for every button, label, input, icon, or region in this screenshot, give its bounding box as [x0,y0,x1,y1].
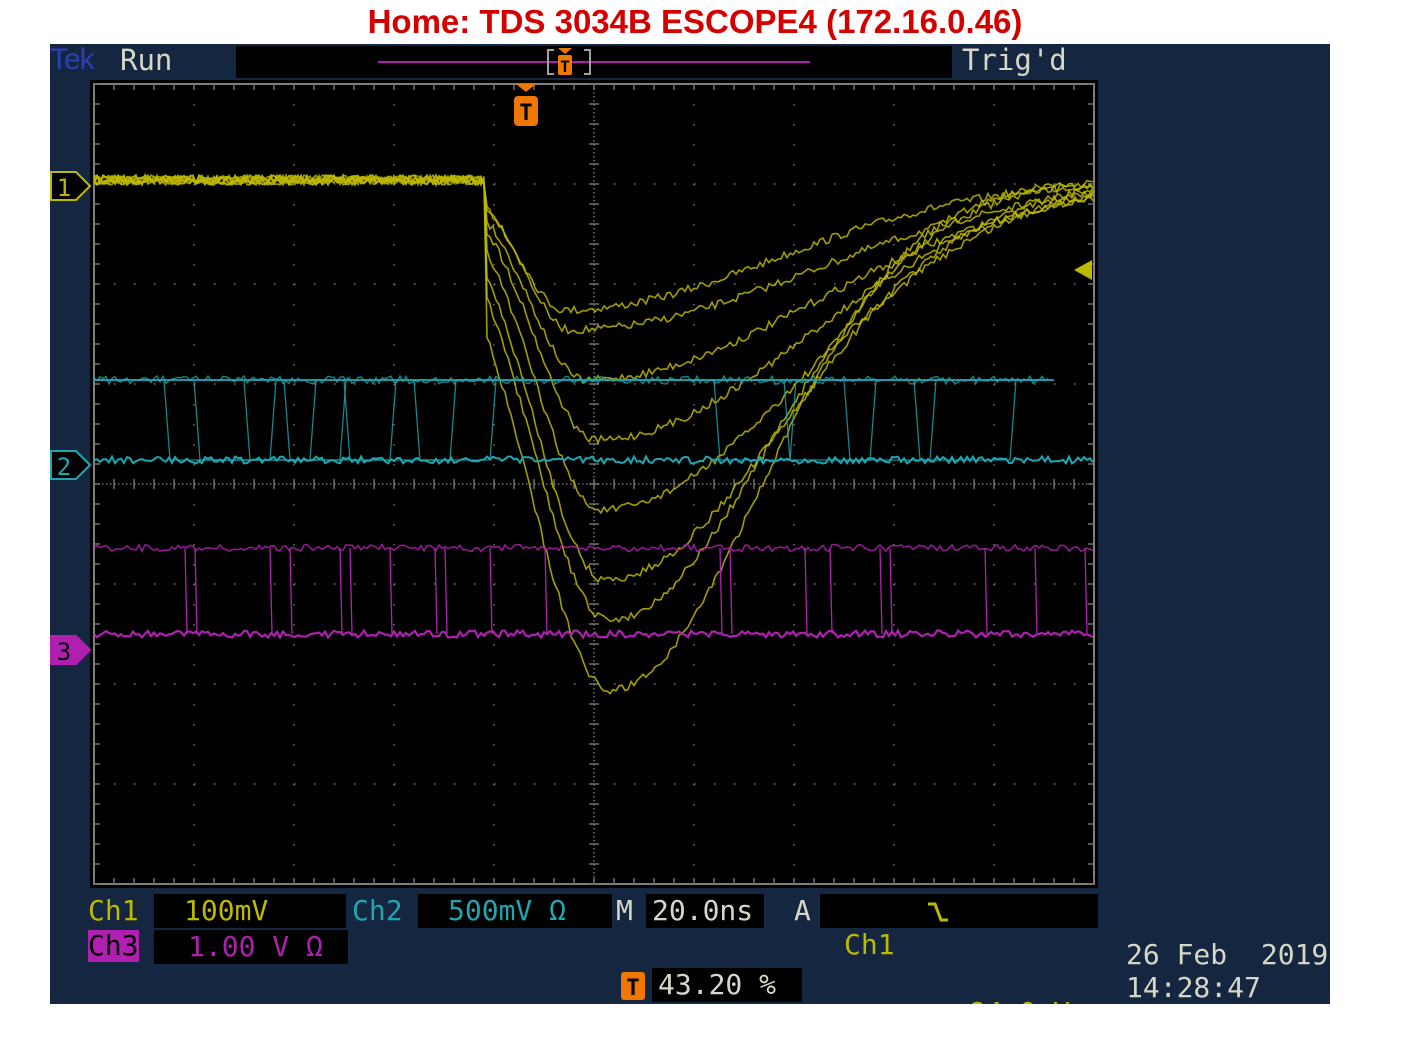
waveform-plot [93,83,1095,885]
trigger-mode: A [794,894,811,927]
trigger-readout: Ch1 -84.0mV [820,894,1098,1004]
trigger-position-value: 43.20 % [652,968,802,1002]
ch3-trace-edge [544,547,548,635]
ch1-marker-label: 1 [57,174,71,202]
trigger-level-marker [1074,260,1092,280]
ch3-trace-edge [829,547,833,635]
ch3-trace-edge [289,547,293,635]
trigger-point-letter: T [519,101,532,126]
status-bar: Tek Run T Trig'd [50,44,1330,80]
timebase-value: 20.0ns [646,894,764,928]
ch3-trace-edge [719,547,723,635]
trigger-position-icon: T [621,972,645,1001]
waveform-display [90,80,1098,888]
trigger-status: Trig'd [962,44,1067,77]
ch3-trace-edge [194,547,198,635]
ch2-trace-edge [94,379,1054,461]
ch2-trace-edge [94,379,1054,461]
ch3-trace-edge [729,547,733,635]
ch3-trace-edge [389,547,393,635]
ch2-trace-edge [94,379,1054,461]
ch3-trace-edge [879,547,883,635]
oscilloscope-screen: Tek Run T Trig'd T 1 2 3 Ch1 100mV Ch2 5… [50,44,1330,1004]
ch2-trace-edge [94,379,1054,461]
ch2-ground-marker: 2 [50,450,92,481]
ch3-trace-edge [889,547,893,635]
trigger-position-icon: T [558,48,572,76]
readout-panel: Ch1 100mV Ch2 500mV Ω M 20.0ns A Ch1 -84… [50,888,1330,1004]
trigger-source: Ch1 [844,928,895,961]
ch3-trace-edge [349,547,353,635]
ch3-ground-marker: 3 [50,635,92,666]
ch3-marker-label: 3 [57,638,71,666]
ch3-trace-edge [339,547,343,635]
ch2-trace-edge [94,379,1054,461]
ch2-scale-value: 500mV Ω [418,894,612,928]
record-view-bar: T [236,46,952,78]
ch2-marker-label: 2 [57,453,71,481]
record-view-graphic: T [378,48,810,76]
falling-edge-icon [928,902,948,922]
ch3-label: Ch3 [88,929,139,962]
ch3-trace-edge [1084,547,1088,635]
ch1-scale-value: 100mV [154,894,346,928]
ch1-ground-marker: 1 [50,171,92,202]
ch3-trace-high [93,543,1094,554]
trigger-level: -84.0mV [952,996,1070,1004]
ch2-trace-edge [94,379,1054,461]
run-status: Run [120,44,173,77]
ch3-trace-edge [489,547,493,635]
ch3-trace-edge [269,547,273,635]
time: 14:28:47 [1126,971,1261,1004]
ch2-trace-edge [94,379,1054,461]
ch3-trace-edge [804,547,808,635]
timebase-label: M [616,894,633,927]
ch3-trace-edge [444,547,448,635]
trigger-icon-letter: T [560,57,570,76]
ch2-trace-edge [94,379,1054,461]
tek-logo: Tek [50,44,95,76]
date: 26 Feb 2019 [1126,938,1329,971]
ch3-scale-value: 1.00 V Ω [154,930,348,964]
ch2-trace-edge [94,379,1054,461]
page-title: Home: TDS 3034B ESCOPE4 (172.16.0.46) [367,3,1023,40]
date-time: 26 Feb 2019 14:28:47 [1126,938,1328,1004]
ch2-label: Ch2 [352,894,403,927]
ch2-trace-edge [94,379,1054,461]
ch3-trace-edge [1034,547,1038,635]
ch3-trace-edge [984,547,988,635]
ch1-label: Ch1 [88,894,139,927]
trigger-point-marker: T [514,84,538,126]
ch3-trace-edge [434,547,438,635]
ch3-trace-edge [184,547,188,635]
trigger-position-letter: T [626,976,639,1001]
